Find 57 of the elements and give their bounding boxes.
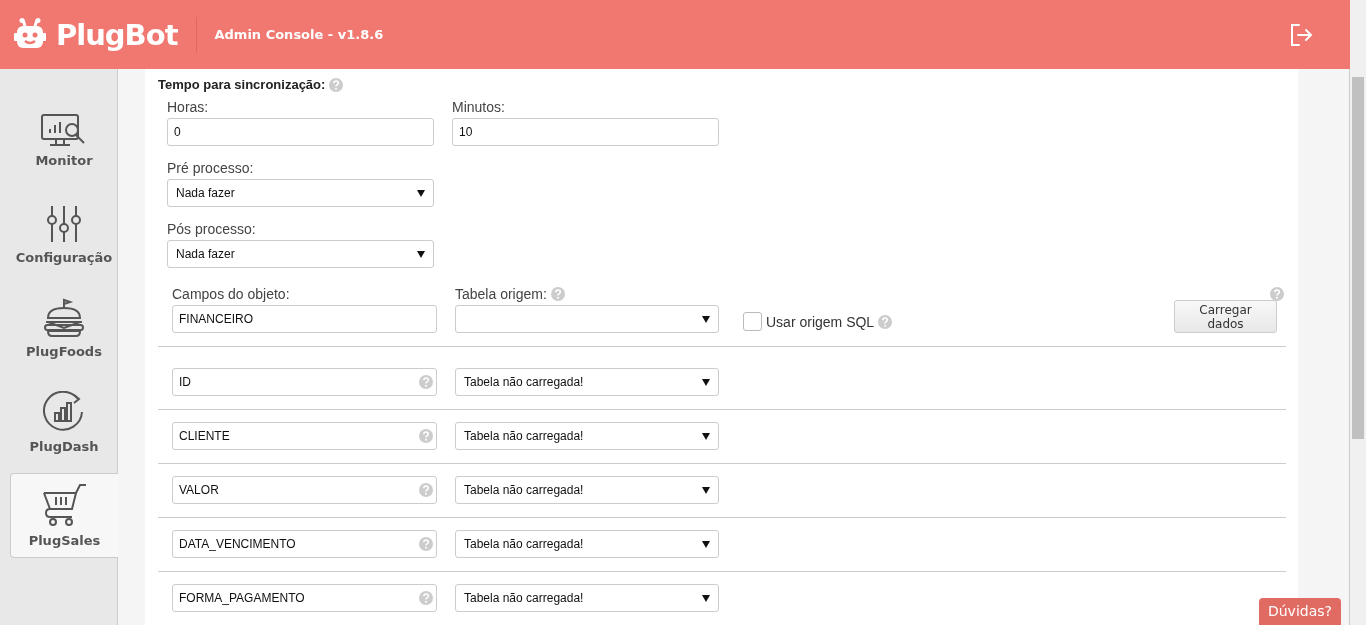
caret-icon [702, 315, 710, 323]
field-label: Pós processo: [167, 221, 257, 237]
logo-text: PlugBot [56, 17, 178, 52]
help-icon[interactable] [419, 375, 433, 389]
caret-icon [702, 432, 710, 440]
field-label: Tabela origem: [455, 286, 547, 302]
column-select[interactable]: Tabela não carregada! [455, 422, 719, 450]
sidebar-item[interactable]: Monitor [10, 93, 118, 187]
hours-input[interactable]: 0 [167, 118, 434, 146]
column-select[interactable]: Tabela não carregada! [455, 530, 719, 558]
sliders-icon [44, 203, 84, 244]
help-icon[interactable] [419, 591, 433, 605]
section-title: Tempo para sincronização: [158, 77, 326, 92]
scrollbar[interactable] [1350, 0, 1366, 625]
column-select[interactable]: Tabela não carregada! [455, 584, 719, 612]
field-label: Horas: [167, 99, 210, 115]
caret-icon [702, 540, 710, 548]
help-icon[interactable] [329, 77, 344, 92]
checkbox-label: Usar origem SQL [766, 313, 875, 330]
field-name-input[interactable]: CLIENTE [172, 422, 437, 450]
header-title: Admin Console - v1.8.6 [214, 27, 384, 42]
field-label: Pré processo: [167, 160, 255, 176]
pre-process-select[interactable]: Nada fazer [167, 179, 434, 207]
field-name-input[interactable]: FORMA_PAGAMENTO [172, 584, 437, 612]
chart-refresh-icon [42, 390, 86, 433]
scrollbar-thumb[interactable] [1352, 77, 1364, 439]
help-icon[interactable] [1270, 287, 1284, 301]
caret-icon [417, 250, 425, 258]
help-icon[interactable] [550, 287, 565, 301]
cart-icon [41, 483, 88, 527]
field-name-input[interactable]: DATA_VENCIMENTO [172, 530, 437, 558]
source-table-select[interactable] [455, 305, 719, 333]
column-select[interactable]: Tabela não carregada! [455, 368, 719, 396]
caret-icon [702, 594, 710, 602]
help-icon[interactable] [419, 537, 433, 551]
caret-icon [702, 378, 710, 386]
object-input[interactable]: FINANCEIRO [172, 305, 437, 333]
sidebar-item[interactable]: PlugFoods [10, 281, 118, 375]
sidebar-item[interactable]: PlugDash [10, 375, 118, 469]
column-select[interactable]: Tabela não carregada! [455, 476, 719, 504]
caret-icon [702, 486, 710, 494]
field-name-input[interactable]: VALOR [172, 476, 437, 504]
sidebar-item[interactable]: PlugSales [10, 473, 118, 558]
field-name-input[interactable]: ID [172, 368, 437, 396]
burger-icon [42, 297, 86, 338]
load-data-button[interactable]: Carregar dados [1174, 300, 1277, 333]
checkbox[interactable] [743, 312, 762, 331]
field-label: Campos do objeto: [172, 286, 291, 302]
field-label: Minutos: [452, 99, 506, 115]
post-process-select[interactable]: Nada fazer [167, 240, 434, 268]
caret-icon [417, 189, 425, 197]
help-icon[interactable] [419, 483, 433, 497]
logout-icon[interactable] [1288, 21, 1314, 48]
minutes-input[interactable]: 10 [452, 118, 719, 146]
help-icon[interactable] [419, 429, 433, 443]
help-icon[interactable] [878, 314, 893, 329]
sidebar-item[interactable]: Configuração [10, 187, 118, 281]
